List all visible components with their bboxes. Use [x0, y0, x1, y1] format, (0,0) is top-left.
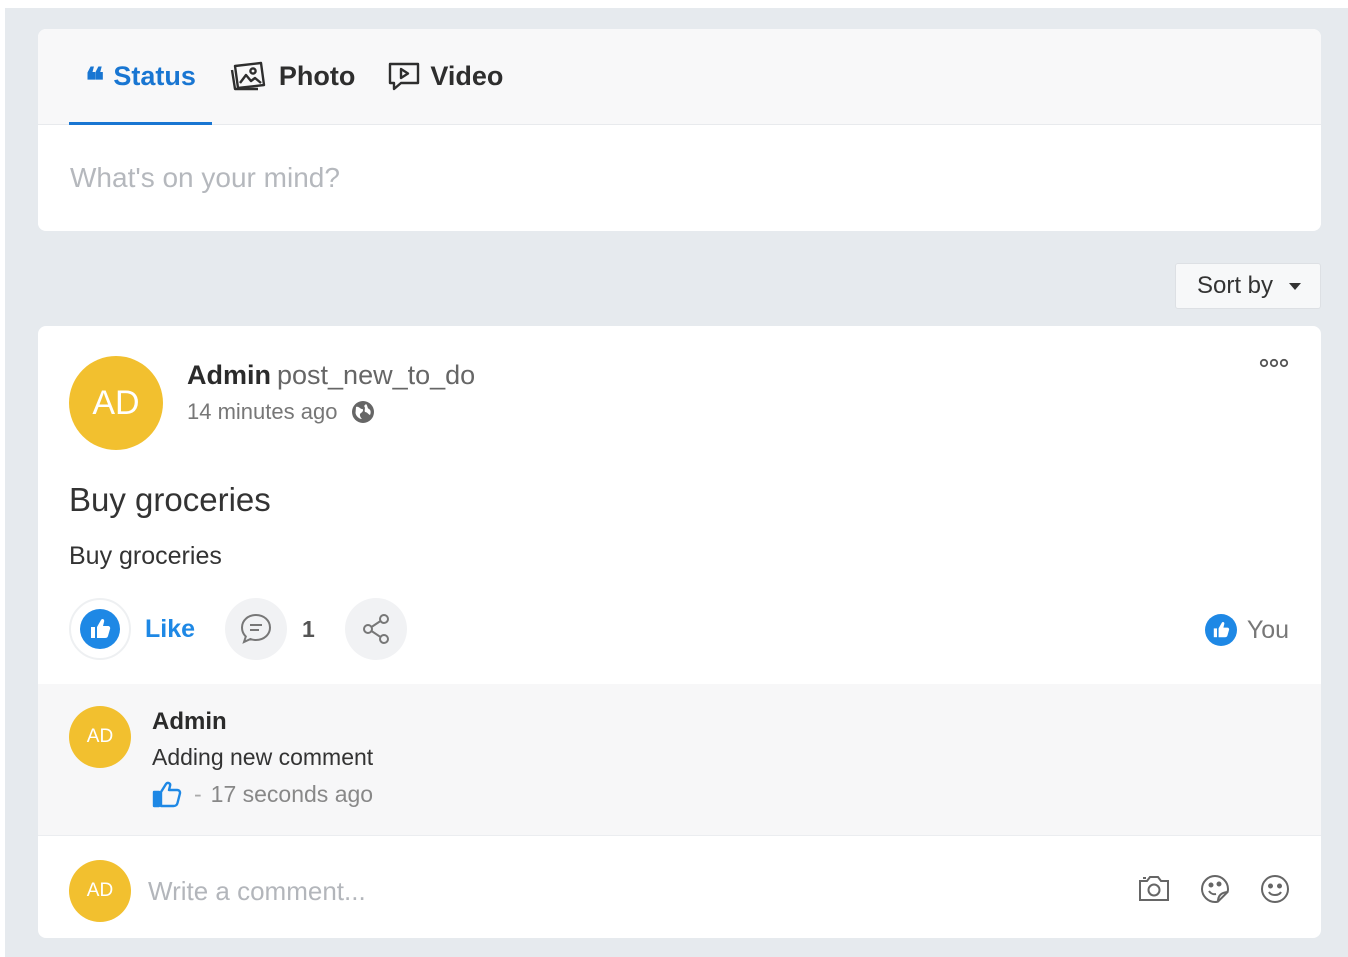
post-timestamp[interactable]: 14 minutes ago: [187, 399, 337, 425]
share-circle: [344, 598, 407, 660]
emoji-icon[interactable]: [1259, 873, 1291, 905]
sort-label: Sort by: [1197, 272, 1274, 299]
thumbs-up-outline-icon[interactable]: [152, 780, 182, 808]
video-icon: [387, 60, 421, 92]
post-title: Buy groceries: [69, 481, 271, 518]
post-composer: ❝ Status Photo Video What's on your mind…: [38, 29, 1321, 231]
like-label: Like: [145, 614, 196, 643]
tab-status[interactable]: ❝ Status: [69, 29, 212, 125]
comment-input[interactable]: [148, 866, 1098, 916]
composer-tabs: ❝ Status Photo Video: [38, 29, 1321, 125]
tab-status-label: Status: [113, 60, 196, 91]
tab-photo-label: Photo: [278, 60, 356, 91]
camera-icon[interactable]: [1137, 873, 1171, 905]
comment-time[interactable]: 17 seconds ago: [211, 781, 373, 808]
post-timestamp-row: 14 minutes ago: [187, 399, 375, 425]
thumbs-up-filled-icon: [1204, 614, 1237, 646]
likers-summary[interactable]: You: [1204, 614, 1289, 646]
tab-video-label: Video: [430, 60, 504, 91]
tab-video[interactable]: Video: [371, 29, 519, 124]
comment-count: 1: [302, 615, 315, 642]
share-button[interactable]: [344, 598, 407, 660]
comment-text: Adding new comment: [152, 744, 374, 770]
comments-list: AD Admin Adding new comment - 17 seconds…: [38, 684, 1321, 836]
status-input[interactable]: [38, 125, 1321, 230]
caret-down-icon: [1289, 282, 1302, 290]
post-author-name[interactable]: Admin: [187, 360, 271, 390]
post-avatar[interactable]: AD: [69, 356, 163, 450]
comment-meta-separator: -: [194, 780, 202, 807]
post-action-text: post_new_to_do: [277, 360, 476, 390]
post-author-line: Admin post_new_to_do: [187, 360, 475, 391]
current-user-avatar: AD: [69, 860, 131, 922]
comment-meta: - 17 seconds ago: [152, 780, 373, 808]
more-options-icon[interactable]: [1259, 358, 1289, 368]
sticker-icon[interactable]: [1199, 873, 1231, 905]
feed-background: ❝ Status Photo Video What's on your mind…: [5, 8, 1348, 957]
photo-icon: [228, 60, 270, 92]
comment-avatar[interactable]: AD: [69, 706, 131, 768]
share-icon: [362, 614, 389, 644]
comment-attachment-icons: [1109, 873, 1291, 905]
quote-icon: ❝: [85, 60, 105, 102]
comment-circle: [225, 598, 288, 660]
thumbs-up-filled-icon: [80, 609, 120, 649]
like-circle: [69, 598, 131, 660]
post-card: AD Admin post_new_to_do 14 minutes ago Bu…: [38, 326, 1321, 938]
post-body: Buy groceries: [69, 542, 222, 570]
write-comment-row: AD: [38, 836, 1321, 938]
post-actions: Like 1: [69, 598, 407, 660]
comment-button[interactable]: 1: [225, 598, 315, 660]
globe-icon: [351, 400, 375, 424]
sort-dropdown[interactable]: Sort by: [1175, 263, 1321, 309]
like-button[interactable]: Like: [69, 598, 195, 660]
comment-author[interactable]: Admin: [152, 708, 227, 736]
comment-icon: [241, 613, 272, 644]
tab-photo[interactable]: Photo: [212, 29, 371, 124]
likers-text: You: [1246, 615, 1289, 644]
